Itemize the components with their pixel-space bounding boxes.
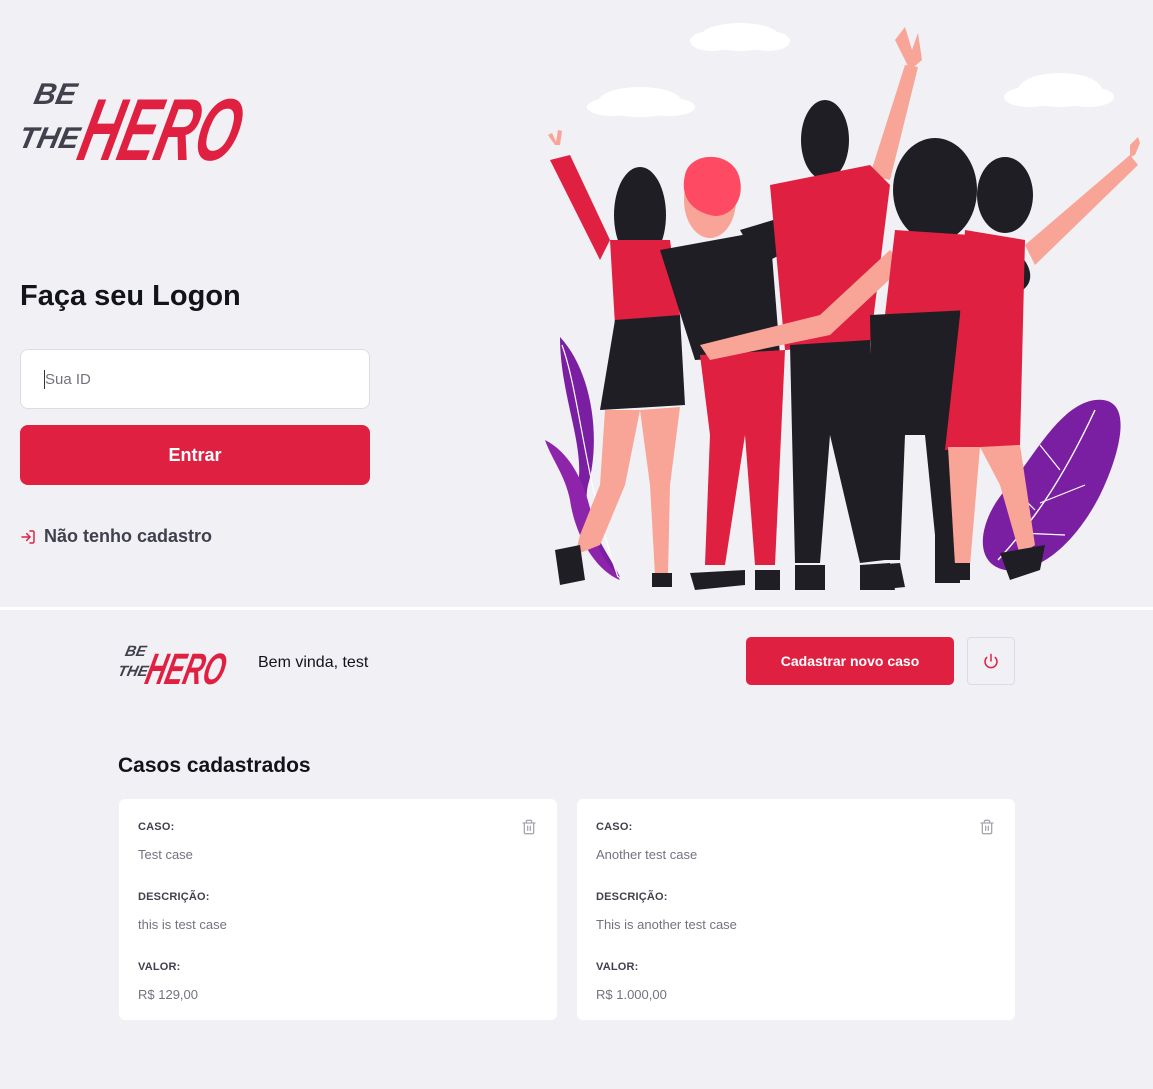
- trash-icon: [980, 819, 994, 835]
- case-label: CASO:: [138, 821, 175, 833]
- log-in-icon: [21, 529, 35, 544]
- login-button[interactable]: Entrar: [20, 425, 370, 485]
- logo-be: BE: [31, 78, 80, 111]
- page-title: Faça seu Logon: [20, 280, 241, 312]
- register-link-label: Não tenho cadastro: [44, 526, 213, 546]
- description-label: DESCRIÇÃO:: [596, 891, 668, 903]
- case-card: CASO: Test case DESCRIÇÃO: this is test …: [119, 799, 557, 1020]
- case-value: R$ 1.000,00: [596, 987, 667, 1002]
- case-label: CASO:: [596, 821, 633, 833]
- profile-section: BE THE HERO Bem vinda, test Cadastrar no…: [0, 610, 1153, 1089]
- case-description: this is test case: [138, 917, 227, 932]
- trash-icon: [522, 819, 536, 835]
- value-label: VALOR:: [596, 961, 639, 973]
- register-link[interactable]: Não tenho cadastro: [20, 526, 212, 547]
- delete-case-button[interactable]: [979, 819, 995, 835]
- heroes-illustration: [545, 23, 1140, 590]
- case-card: CASO: Another test case DESCRIÇÃO: This …: [577, 799, 1015, 1020]
- cases-list: CASO: Test case DESCRIÇÃO: this is test …: [119, 799, 1015, 1020]
- logon-section: BE THE HERO Faça seu Logon Entrar Não te…: [0, 0, 1153, 607]
- logo-hero: HERO: [141, 646, 231, 690]
- delete-case-button[interactable]: [521, 819, 537, 835]
- new-case-button[interactable]: Cadastrar novo caso: [746, 637, 954, 685]
- case-title: Another test case: [596, 847, 698, 862]
- be-the-hero-logo: BE THE HERO: [18, 78, 253, 175]
- value-label: VALOR:: [138, 961, 181, 973]
- logout-button[interactable]: [967, 637, 1015, 685]
- cloud-shape: [587, 23, 1114, 117]
- text-caret: [44, 370, 45, 389]
- cases-title: Casos cadastrados: [118, 754, 311, 777]
- logo-hero: HERO: [70, 80, 253, 175]
- welcome-text: Bem vinda, test: [258, 654, 369, 671]
- id-input[interactable]: [20, 349, 370, 409]
- be-the-hero-logo-small: BE THE HERO: [116, 643, 231, 690]
- case-title: Test case: [138, 847, 193, 862]
- logo-be: BE: [123, 643, 148, 660]
- case-description: This is another test case: [596, 917, 737, 932]
- description-label: DESCRIÇÃO:: [138, 891, 210, 903]
- power-icon: [984, 653, 998, 669]
- logo-the: THE: [18, 122, 84, 155]
- case-value: R$ 129,00: [138, 987, 198, 1002]
